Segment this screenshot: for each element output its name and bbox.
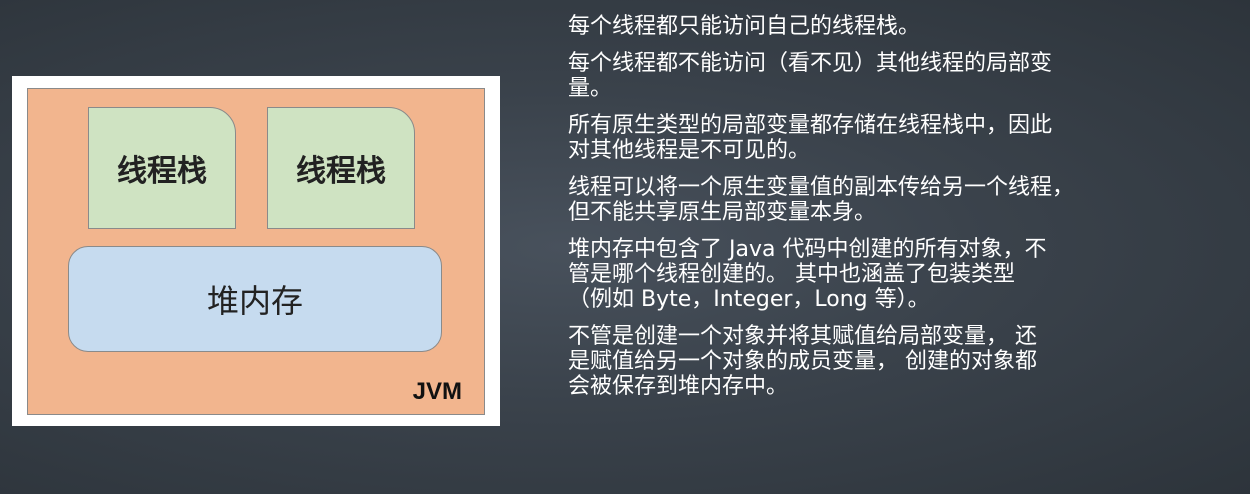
paragraph-2: 每个线程都不能访问（看不见）其他线程的局部变 量。 <box>568 51 1053 101</box>
thread-stack-left-label: 线程栈 <box>117 154 207 189</box>
thread-stack-right-label: 线程栈 <box>296 154 386 189</box>
jvm-memory-diagram: 线程栈 线程栈 堆内存 JVM <box>12 76 500 426</box>
jvm-box: 线程栈 线程栈 堆内存 JVM <box>27 88 485 415</box>
paragraph-3: 所有原生类型的局部变量都存储在线程栈中，因此 对其他线程是不可见的。 <box>568 113 1053 163</box>
paragraph-5: 堆内存中包含了 Java 代码中创建的所有对象，不 管是哪个线程创建的。 其中也… <box>568 237 1047 312</box>
paragraph-1: 每个线程都只能访问自己的线程栈。 <box>568 14 921 39</box>
thread-stack-left: 线程栈 <box>88 107 236 229</box>
explanation-text: 每个线程都只能访问自己的线程栈。 每个线程都不能访问（看不见）其他线程的局部变 … <box>568 14 1238 411</box>
heap-memory-box: 堆内存 <box>68 246 442 352</box>
paragraph-6: 不管是创建一个对象并将其赋值给局部变量， 还 是赋值给另一个对象的成员变量， 创… <box>568 324 1037 399</box>
heap-memory-label: 堆内存 <box>206 282 303 320</box>
jvm-label: JVM <box>412 378 462 405</box>
thread-stack-right: 线程栈 <box>267 107 415 229</box>
paragraph-4: 线程可以将一个原生变量值的副本传给另一个线程， 但不能共享原生局部变量本身。 <box>568 175 1075 225</box>
